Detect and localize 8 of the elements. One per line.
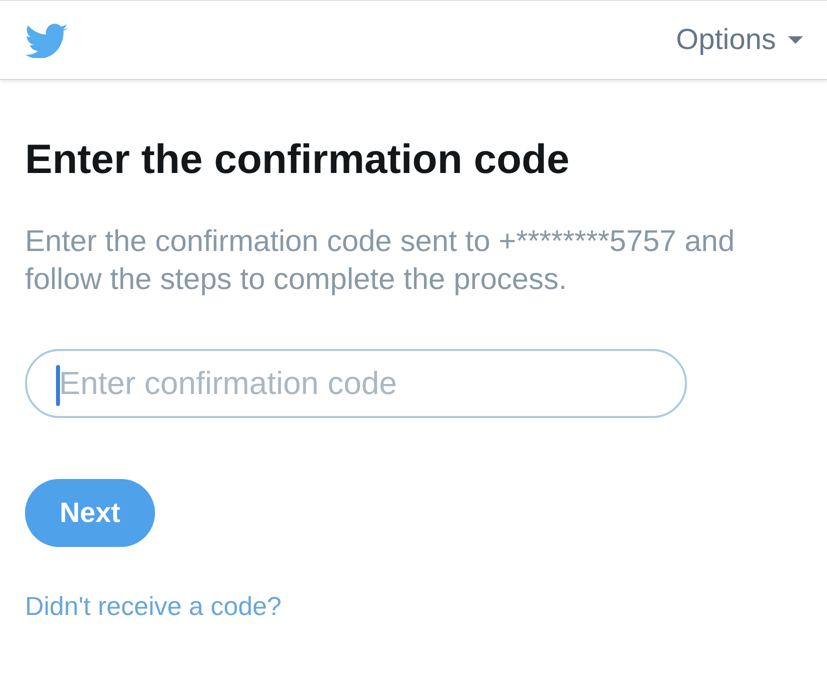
description-text: Enter the confirmation code sent to +********5757 and follow the steps to complete the process. <box>25 224 736 298</box>
caret-down-icon <box>788 36 803 44</box>
didnt-receive-code-link[interactable]: Didn't receive a code? <box>25 591 282 621</box>
page-title: Enter the confirmation code <box>25 135 570 183</box>
next-button[interactable]: Next <box>25 479 155 547</box>
bird-logo-icon <box>25 22 68 58</box>
confirmation-code-field[interactable]: Enter confirmation code <box>25 349 687 418</box>
options-menu[interactable]: Options <box>676 23 803 57</box>
